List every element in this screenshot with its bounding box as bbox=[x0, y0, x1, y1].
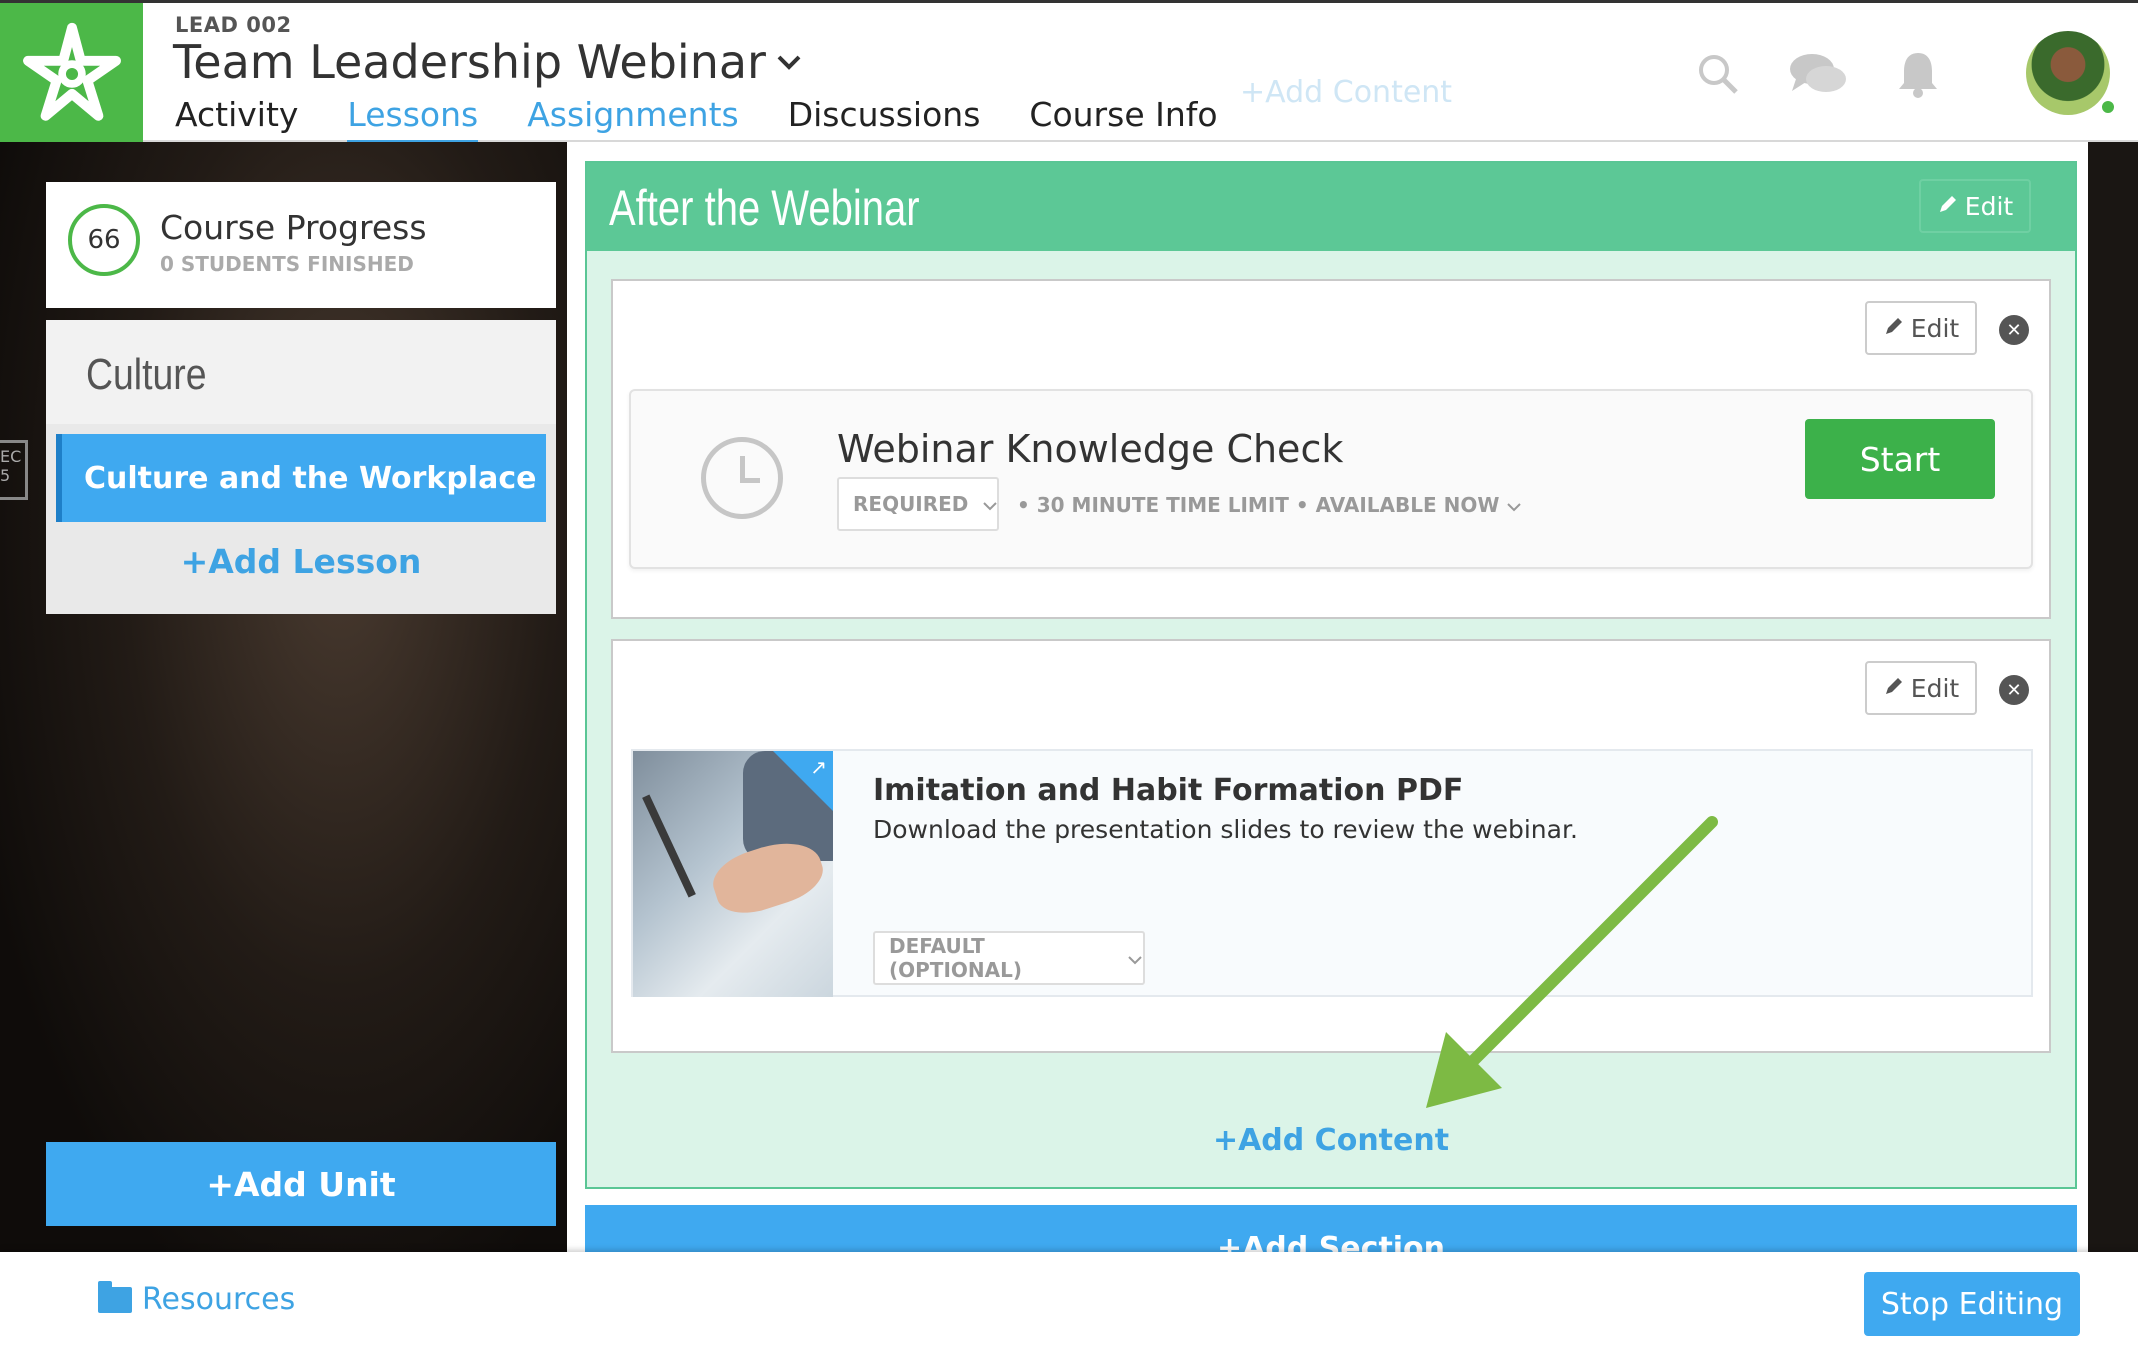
unit-title: Culture bbox=[86, 350, 207, 399]
section-after-the-webinar: After the Webinar Edit Edit ✕ Webinar Kn… bbox=[585, 161, 2077, 1189]
pdf-edit-button[interactable]: Edit bbox=[1865, 661, 1977, 715]
star-logo[interactable] bbox=[0, 3, 143, 145]
chevron-down-icon bbox=[776, 46, 802, 79]
resources-label: Resources bbox=[142, 1282, 296, 1317]
side-tag: EC 5 bbox=[0, 440, 28, 500]
quiz-meta[interactable]: • 30 MINUTE TIME LIMIT • AVAILABLE NOW bbox=[1017, 493, 1522, 517]
quiz-title: Webinar Knowledge Check bbox=[837, 427, 1344, 471]
lesson-item-culture-and-the-workplace[interactable]: Culture and the Workplace bbox=[56, 434, 546, 522]
external-link-icon[interactable]: ↗ bbox=[810, 755, 827, 779]
sidebar-background bbox=[0, 142, 567, 1252]
requirement-select[interactable]: REQUIRED bbox=[837, 477, 999, 531]
course-tabs: Activity Lessons Assignments Discussions… bbox=[175, 95, 1267, 143]
pencil-icon bbox=[1883, 314, 1905, 343]
tab-assignments[interactable]: Assignments bbox=[527, 95, 739, 143]
folder-icon bbox=[98, 1280, 132, 1313]
tab-lessons[interactable]: Lessons bbox=[347, 95, 479, 143]
progress-ring: 66 bbox=[68, 204, 140, 276]
add-content-link[interactable]: +Add Content bbox=[587, 1123, 2075, 1158]
quiz-card[interactable]: Webinar Knowledge Check REQUIRED • 30 MI… bbox=[629, 389, 2033, 569]
chat-icon[interactable] bbox=[1788, 44, 1848, 104]
quiz-edit-label: Edit bbox=[1910, 313, 1960, 343]
ghost-add-content: +Add Content bbox=[1240, 75, 1453, 110]
star-logo-icon bbox=[22, 22, 121, 121]
requirement-value: DEFAULT (OPTIONAL) bbox=[889, 934, 1022, 982]
close-icon[interactable]: ✕ bbox=[1999, 675, 2029, 705]
course-progress-card: 66 Course Progress 0 STUDENTS FINISHED bbox=[46, 182, 556, 308]
content-item-quiz: Edit ✕ Webinar Knowledge Check REQUIRED … bbox=[611, 279, 2051, 619]
search-icon[interactable] bbox=[1688, 44, 1748, 104]
requirement-select[interactable]: DEFAULT (OPTIONAL) bbox=[873, 931, 1145, 985]
online-status-dot bbox=[2100, 99, 2116, 115]
close-icon[interactable]: ✕ bbox=[1999, 315, 2029, 345]
tab-course-info[interactable]: Course Info bbox=[1029, 95, 1217, 143]
add-unit-button[interactable]: +Add Unit bbox=[46, 1142, 556, 1226]
quiz-edit-button[interactable]: Edit bbox=[1865, 301, 1977, 355]
clock-icon bbox=[701, 437, 783, 519]
requirement-value: REQUIRED bbox=[853, 492, 969, 516]
pdf-description: Download the presentation slides to revi… bbox=[873, 815, 1578, 844]
progress-title: Course Progress bbox=[160, 208, 427, 247]
pencil-icon bbox=[1937, 192, 1959, 221]
top-bar: LEAD 002 Team Leadership Webinar Activit… bbox=[0, 0, 2138, 145]
pdf-thumbnail[interactable]: ↗ bbox=[633, 751, 833, 997]
start-button[interactable]: Start bbox=[1805, 419, 1995, 499]
content-item-pdf: Edit ✕ ↗ Imitation and Habit Formation P… bbox=[611, 639, 2051, 1053]
user-avatar[interactable] bbox=[2026, 31, 2110, 115]
chevron-down-icon bbox=[1127, 946, 1143, 970]
unit-card: Culture Culture and the Workplace +Add L… bbox=[46, 320, 556, 614]
chevron-down-icon bbox=[982, 492, 998, 516]
course-title-dropdown[interactable]: Team Leadership Webinar bbox=[173, 35, 802, 89]
pdf-card[interactable]: ↗ Imitation and Habit Formation PDF Down… bbox=[631, 749, 2033, 997]
section-title: After the Webinar bbox=[609, 180, 920, 236]
pdf-edit-label: Edit bbox=[1910, 673, 1960, 703]
course-title: Team Leadership Webinar bbox=[173, 35, 766, 89]
stop-editing-button[interactable]: Stop Editing bbox=[1864, 1272, 2080, 1336]
resources-link[interactable]: Resources bbox=[98, 1280, 296, 1317]
progress-subtitle: 0 STUDENTS FINISHED bbox=[160, 252, 414, 276]
tab-activity[interactable]: Activity bbox=[175, 95, 298, 143]
section-edit-label: Edit bbox=[1964, 191, 2014, 221]
section-edit-button[interactable]: Edit bbox=[1919, 179, 2031, 233]
bell-icon[interactable] bbox=[1888, 44, 1948, 104]
section-header: After the Webinar Edit bbox=[587, 163, 2075, 251]
tab-discussions[interactable]: Discussions bbox=[788, 95, 981, 143]
footer-bar: Resources Stop Editing bbox=[0, 1252, 2138, 1356]
quiz-meta-text: • 30 MINUTE TIME LIMIT • AVAILABLE NOW bbox=[1017, 493, 1500, 517]
pencil-icon bbox=[1883, 674, 1905, 703]
course-code: LEAD 002 bbox=[175, 13, 292, 37]
add-lesson-link[interactable]: +Add Lesson bbox=[46, 542, 556, 581]
pdf-title: Imitation and Habit Formation PDF bbox=[873, 773, 1464, 808]
chevron-down-icon bbox=[1506, 493, 1522, 517]
